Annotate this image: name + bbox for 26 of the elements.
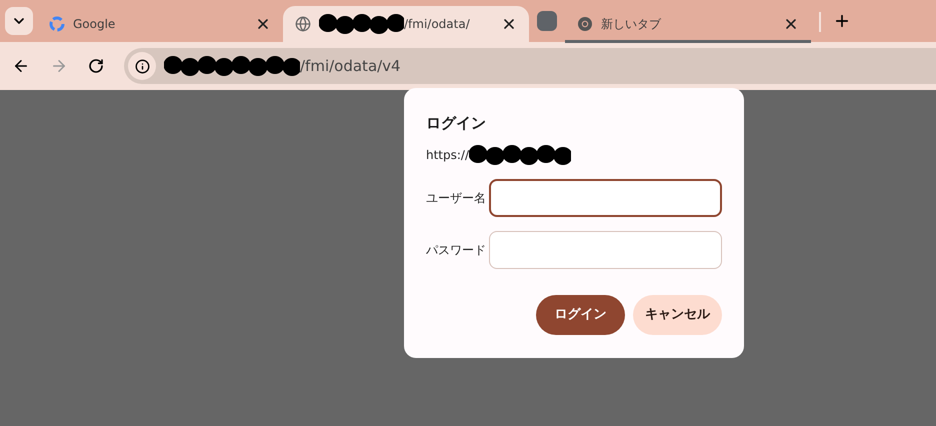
new-tab-icon[interactable]: [833, 12, 851, 30]
chrome-icon: [577, 16, 593, 32]
google-g-icon: [49, 16, 65, 32]
site-info-icon[interactable]: [134, 58, 150, 74]
tab-group-chip[interactable]: [537, 11, 557, 31]
dialog-title: ログイン: [426, 113, 487, 134]
browser-tab[interactable]: Google: [37, 6, 283, 42]
tab-title: Google: [73, 16, 116, 33]
browser-tab[interactable]: /fmi/odata/: [283, 6, 529, 42]
dialog-button[interactable]: ログイン: [536, 294, 625, 334]
url-text: /fmi/odata/v4: [300, 56, 401, 77]
tab-title: /fmi/odata/: [404, 16, 470, 33]
back-icon[interactable]: [12, 57, 30, 75]
tab-title: 新しいタブ: [601, 16, 661, 33]
field-label: ユーザー名: [426, 190, 487, 206]
reload-icon[interactable]: [88, 58, 104, 74]
browser-tab[interactable]: 新しいタブ: [565, 6, 811, 42]
input-field[interactable]: [488, 178, 722, 216]
field-label: パスワード: [426, 242, 487, 258]
origin-text: https://: [426, 146, 470, 164]
close-icon[interactable]: [501, 16, 517, 32]
tab-search-button[interactable]: [5, 7, 33, 35]
address-bar[interactable]: /fmi/odata/v4: [124, 48, 936, 84]
dialog-button[interactable]: キャンセル: [633, 294, 722, 334]
input-field[interactable]: [488, 230, 722, 268]
globe-icon: [295, 16, 311, 32]
